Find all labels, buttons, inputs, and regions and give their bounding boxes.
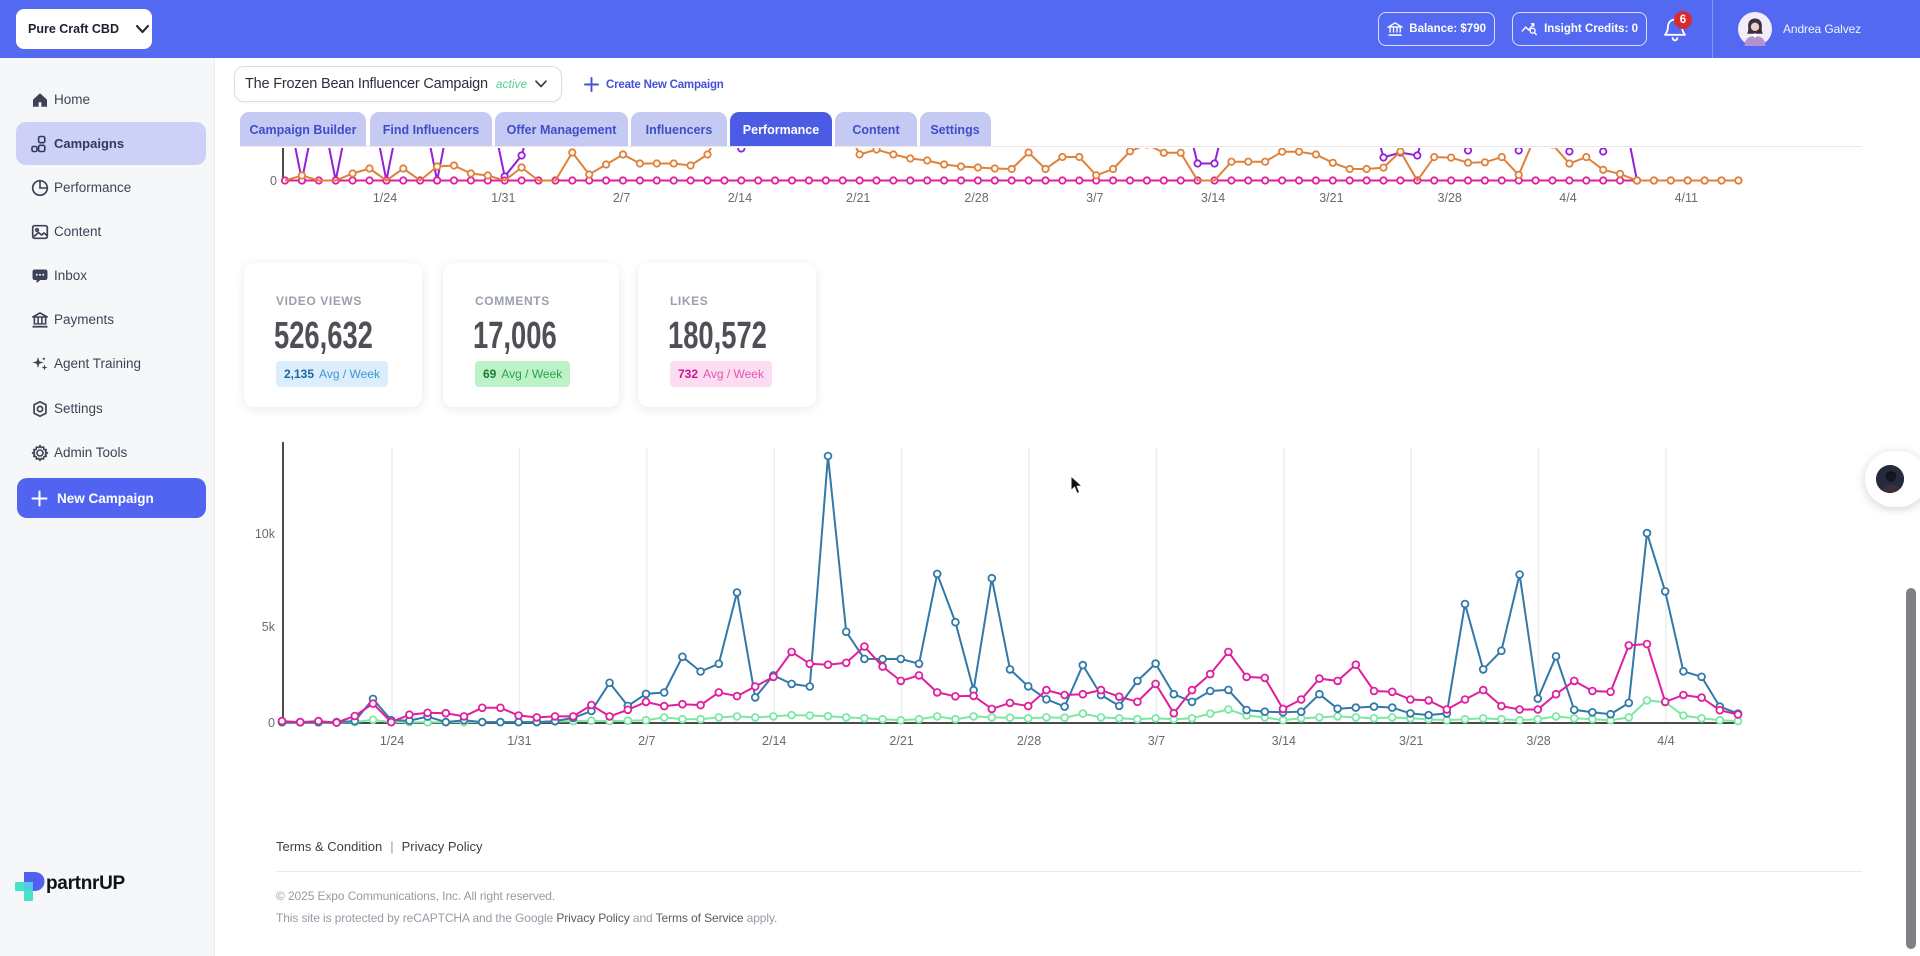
svg-text:4/4: 4/4: [1657, 734, 1674, 748]
svg-text:3/14: 3/14: [1201, 191, 1225, 205]
svg-text:3/21: 3/21: [1399, 734, 1423, 748]
svg-text:0: 0: [270, 174, 277, 188]
svg-text:3/7: 3/7: [1148, 734, 1165, 748]
svg-text:3/21: 3/21: [1319, 191, 1343, 205]
svg-text:0: 0: [268, 716, 275, 730]
svg-text:1/31: 1/31: [507, 734, 531, 748]
svg-text:3/14: 3/14: [1272, 734, 1296, 748]
svg-text:2/7: 2/7: [613, 191, 630, 205]
svg-text:4/11: 4/11: [1675, 191, 1698, 205]
svg-text:1/24: 1/24: [373, 191, 397, 205]
svg-text:2/14: 2/14: [762, 734, 786, 748]
svg-text:4/4: 4/4: [1559, 191, 1576, 205]
svg-text:2/21: 2/21: [889, 734, 913, 748]
svg-text:10k: 10k: [255, 527, 276, 541]
svg-text:3/28: 3/28: [1438, 191, 1462, 205]
svg-text:3/7: 3/7: [1086, 191, 1103, 205]
svg-text:1/24: 1/24: [380, 734, 404, 748]
svg-text:2/7: 2/7: [638, 734, 655, 748]
svg-text:2/28: 2/28: [1017, 734, 1041, 748]
svg-text:2/28: 2/28: [964, 191, 988, 205]
svg-text:5k: 5k: [262, 620, 276, 634]
svg-text:1/31: 1/31: [491, 191, 515, 205]
svg-text:3/28: 3/28: [1526, 734, 1550, 748]
svg-text:2/21: 2/21: [846, 191, 870, 205]
svg-text:2/14: 2/14: [728, 191, 752, 205]
